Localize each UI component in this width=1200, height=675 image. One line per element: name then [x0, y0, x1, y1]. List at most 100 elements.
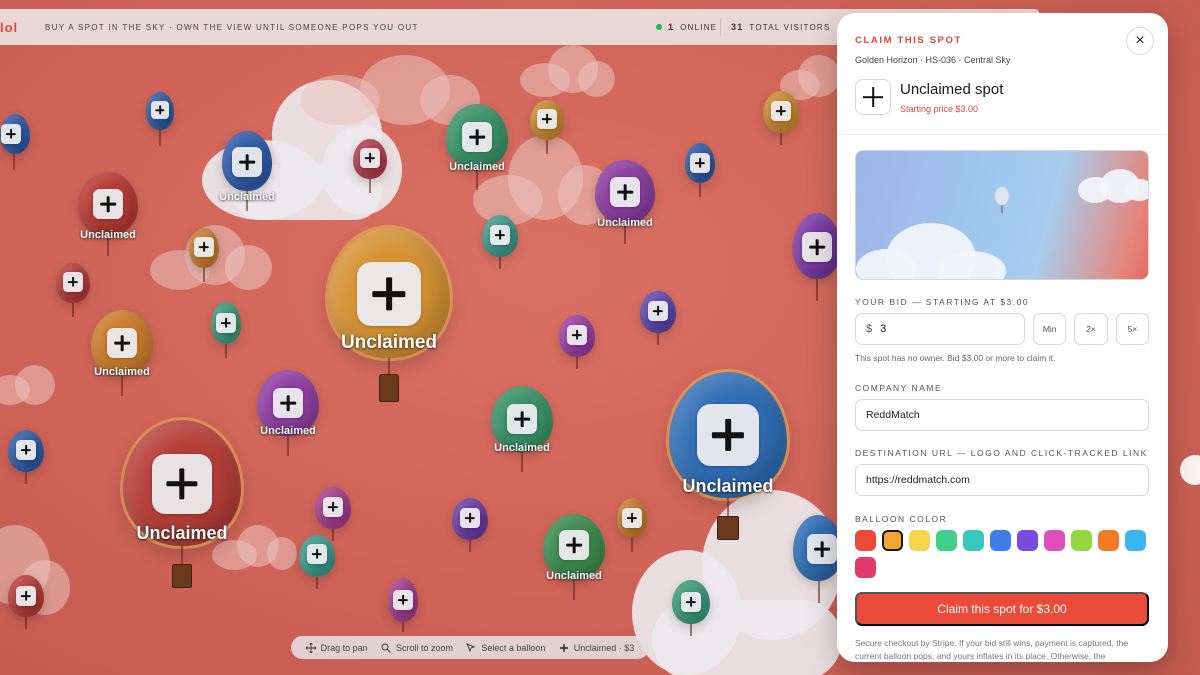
spot-location: Golden Horizon · HS-036 · Central Sky: [855, 55, 1011, 65]
claim-spot-button[interactable]: Claim this spot for $3.00: [855, 592, 1149, 626]
balloon-unclaimed[interactable]: Unclaimed: [446, 104, 508, 194]
zoom-icon: [381, 643, 391, 653]
color-swatch-4[interactable]: [936, 530, 957, 551]
balloon-label: Unclaimed: [597, 217, 653, 229]
balloon-unclaimed[interactable]: [388, 578, 418, 634]
balloon-unclaimed[interactable]: [793, 213, 841, 305]
spot-price: Starting price $3.00: [900, 103, 979, 114]
checkout-footnote: Secure checkout by Stripe. If your bid s…: [855, 638, 1129, 661]
visitors-count: 31: [731, 22, 744, 32]
color-swatch-7[interactable]: [1017, 530, 1038, 551]
balloon-unclaimed[interactable]: [793, 515, 843, 607]
balloon-unclaimed[interactable]: [299, 535, 335, 591]
bid-label: YOUR BID — STARTING AT $3.00: [855, 297, 1030, 307]
bid-value: 3: [880, 323, 887, 335]
plus-icon: [855, 79, 891, 115]
tagline: BUY A SPOT IN THE SKY · OWN THE VIEW UNT…: [45, 22, 419, 32]
cloud: [520, 45, 615, 97]
balloon-unclaimed[interactable]: Unclaimed: [78, 172, 138, 260]
hint-unclaimed: Unclaimed · $3: [559, 643, 634, 653]
balloon-unclaimed[interactable]: Unclaimed: [491, 386, 553, 476]
balloon-unclaimed[interactable]: Unclaimed: [219, 131, 275, 215]
spot-summary: Unclaimed spot Starting price $3.00: [855, 79, 1150, 115]
close-button[interactable]: ×: [1126, 27, 1154, 55]
balloon-unclaimed[interactable]: Unclaimed: [543, 514, 605, 604]
bid-help-text: This spot has no owner. Bid $3.00 or mor…: [855, 353, 1056, 363]
balloon-unclaimed[interactable]: [640, 291, 676, 347]
currency-symbol: $: [866, 323, 873, 335]
balloon-unclaimed[interactable]: [56, 263, 90, 319]
balloon-unclaimed[interactable]: [617, 498, 647, 554]
color-swatch-9[interactable]: [1071, 530, 1092, 551]
online-stat: 1 ONLINE: [656, 9, 717, 45]
balloon-unclaimed[interactable]: [763, 91, 799, 147]
balloon-label: Unclaimed: [340, 332, 438, 353]
online-label: ONLINE: [680, 22, 718, 32]
color-swatch-1[interactable]: [855, 530, 876, 551]
url-label: DESTINATION URL — LOGO AND CLICK-TRACKED…: [855, 448, 1148, 458]
cloud: [0, 365, 55, 405]
balloon-unclaimed[interactable]: Unclaimed: [669, 372, 787, 542]
color-swatches: [855, 530, 1155, 578]
panel-header: CLAIM THIS SPOT Golden Horizon · HS-036 …: [837, 13, 1168, 135]
balloon-label: Unclaimed: [260, 425, 316, 437]
balloon-unclaimed[interactable]: [530, 100, 564, 156]
balloon-unclaimed[interactable]: Unclaimed: [328, 228, 450, 404]
bid-5x-button[interactable]: 5×: [1115, 313, 1149, 345]
color-swatch-2[interactable]: [882, 530, 903, 551]
company-label: COMPANY NAME: [855, 383, 943, 393]
balloon-label: Unclaimed: [219, 191, 275, 203]
balloon-unclaimed[interactable]: [189, 228, 219, 284]
visitors-label: TOTAL VISITORS: [749, 22, 831, 32]
divider: [720, 18, 721, 36]
color-swatch-10[interactable]: [1098, 530, 1119, 551]
panel-eyebrow: CLAIM THIS SPOT: [855, 35, 962, 46]
balloon-label: Unclaimed: [449, 161, 505, 173]
balloon-unclaimed[interactable]: [559, 315, 595, 371]
online-count: 1: [668, 22, 675, 32]
bid-row: $ 3 Min 2× 5×: [855, 313, 1149, 345]
balloon-unclaimed[interactable]: [482, 215, 518, 271]
sky-preview: [855, 150, 1149, 280]
balloon-unclaimed[interactable]: Unclaimed: [595, 160, 655, 248]
bid-input[interactable]: $ 3: [855, 313, 1025, 345]
color-swatch-6[interactable]: [990, 530, 1011, 551]
balloon-unclaimed[interactable]: [685, 143, 715, 199]
hint-select: Select a balloon: [466, 643, 545, 653]
visitors-stat: 31 TOTAL VISITORS: [720, 9, 830, 45]
balloon-unclaimed[interactable]: [146, 92, 174, 148]
balloon-unclaimed[interactable]: [353, 139, 387, 195]
balloon-label: Unclaimed: [94, 366, 150, 378]
claim-panel: CLAIM THIS SPOT Golden Horizon · HS-036 …: [837, 13, 1168, 662]
plus-icon: [559, 643, 568, 652]
balloon-unclaimed[interactable]: [8, 430, 44, 486]
bid-2x-button[interactable]: 2×: [1074, 313, 1108, 345]
color-label: BALLOON COLOR: [855, 514, 948, 524]
balloon-unclaimed[interactable]: [0, 114, 30, 170]
spot-title: Unclaimed spot: [900, 80, 1004, 98]
balloon-unclaimed[interactable]: [672, 580, 710, 638]
balloon-label: Unclaimed: [136, 523, 228, 543]
balloon-unclaimed[interactable]: Unclaimed: [91, 310, 153, 400]
hint-scroll: Scroll to zoom: [381, 643, 453, 653]
online-dot-icon: [656, 24, 662, 30]
destination-url-input[interactable]: https://reddmatch.com: [855, 464, 1149, 496]
color-swatch-3[interactable]: [909, 530, 930, 551]
balloon-label: Unclaimed: [546, 570, 602, 582]
balloon-unclaimed[interactable]: Unclaimed: [123, 420, 241, 590]
color-swatch-11[interactable]: [1125, 530, 1146, 551]
balloon-unclaimed[interactable]: [211, 302, 241, 360]
balloon-unclaimed[interactable]: [452, 498, 488, 554]
brand-logo[interactable]: lol: [0, 20, 40, 35]
hint-drag: Drag to pan: [305, 642, 368, 653]
balloon-unclaimed[interactable]: Unclaimed: [257, 370, 319, 460]
hint-bar: Drag to pan Scroll to zoom Select a ball…: [291, 636, 649, 659]
cursor-icon: [466, 642, 476, 652]
color-swatch-12[interactable]: [855, 557, 876, 578]
bid-min-button[interactable]: Min: [1033, 313, 1067, 345]
color-swatch-8[interactable]: [1044, 530, 1065, 551]
color-swatch-5[interactable]: [963, 530, 984, 551]
company-name-input[interactable]: ReddMatch: [855, 399, 1149, 431]
preview-balloon-icon: [995, 187, 1009, 213]
balloon-unclaimed[interactable]: [8, 575, 44, 631]
